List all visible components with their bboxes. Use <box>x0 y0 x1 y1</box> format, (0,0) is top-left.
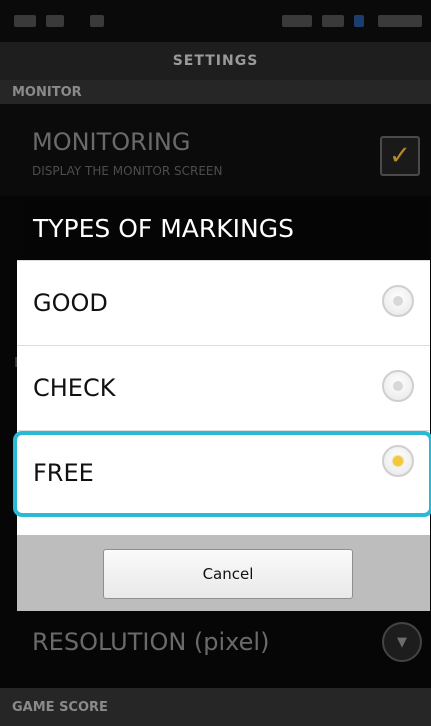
option-label: GOOD <box>33 289 108 317</box>
option-check[interactable]: CHECK <box>17 345 430 430</box>
option-label: CHECK <box>33 374 116 402</box>
monitoring-checkbox[interactable]: ✓ <box>380 136 420 176</box>
option-good[interactable]: GOOD <box>17 260 430 345</box>
status-icon <box>46 15 64 27</box>
radio-selected-icon[interactable] <box>382 445 414 477</box>
radio-icon[interactable] <box>382 285 414 317</box>
option-label: FREE <box>33 459 94 487</box>
battery-icon <box>354 15 364 27</box>
status-icon <box>14 15 36 27</box>
markings-dialog: TYPES OF MARKINGS GOOD CHECK FREE Cancel <box>17 196 430 611</box>
section-header-monitor: MONITOR <box>0 80 431 104</box>
monitoring-subtitle: DISPLAY THE MONITOR SCREEN <box>32 164 223 178</box>
clock-icon <box>378 15 422 27</box>
cancel-button[interactable]: Cancel <box>103 549 353 599</box>
section-header-game-score: GAME SCORE <box>0 688 431 726</box>
status-bar <box>0 0 431 42</box>
chevron-down-icon[interactable]: ▼ <box>382 622 422 662</box>
dialog-title: TYPES OF MARKINGS <box>17 196 430 260</box>
page-title: SETTINGS <box>0 42 431 80</box>
radio-icon[interactable] <box>382 370 414 402</box>
checkmark-icon: ✓ <box>389 141 411 171</box>
signal-icon <box>282 15 312 27</box>
status-icon <box>90 15 104 27</box>
monitoring-title[interactable]: MONITORING <box>32 128 190 156</box>
dialog-footer: Cancel <box>17 535 430 611</box>
resolution-label[interactable]: RESOLUTION (pixel) <box>32 628 269 656</box>
option-free[interactable]: FREE <box>17 430 430 535</box>
wifi-icon <box>322 15 344 27</box>
